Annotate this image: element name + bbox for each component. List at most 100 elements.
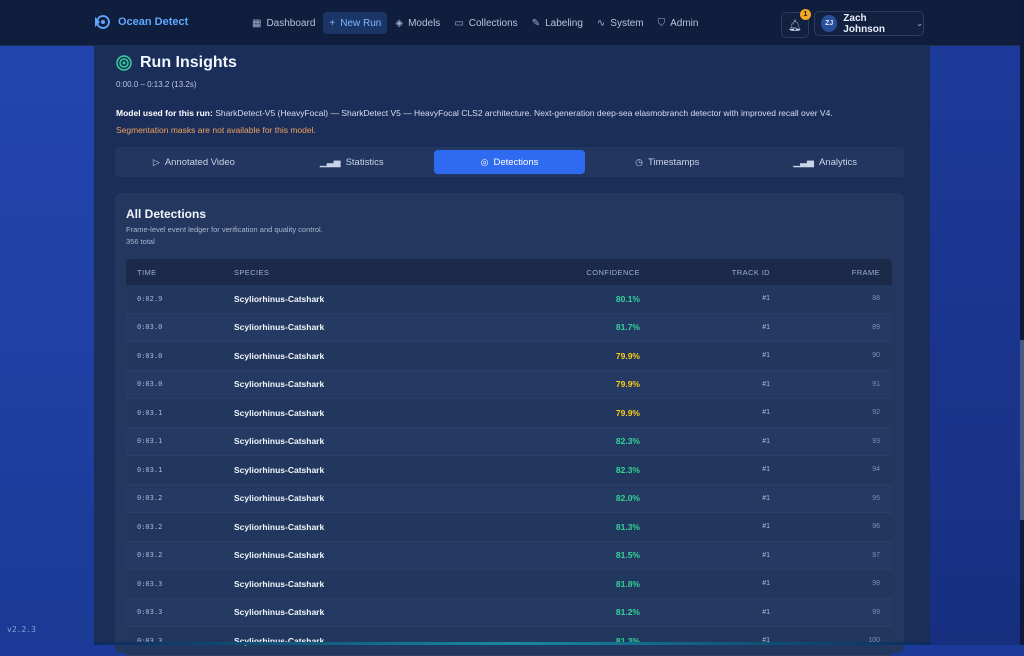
tab-annotated-video[interactable]: ▷ Annotated Video (118, 150, 270, 174)
user-name: Zach Johnson (843, 12, 885, 35)
model-info: Model used for this run: SharkDetect-V5 … (116, 108, 833, 118)
user-menu-button[interactable]: ZJ Zach Johnson ⌄ (814, 11, 924, 36)
scrollbar-thumb[interactable] (1020, 340, 1024, 520)
insights-tabs: ▷ Annotated Video ▁▃▅ Statistics ◎ Detec… (115, 147, 904, 177)
cell-confidence: 82.3% (615, 436, 640, 447)
nav-labeling[interactable]: ✎ Labeling (526, 12, 589, 34)
model-info-label: Model used for this run: (116, 108, 213, 118)
table-row[interactable]: 0:03.1 Scyliorhinus-Catshark 79.9% #1 92 (126, 399, 892, 428)
cell-time: 0:03.2 (137, 494, 163, 503)
tab-statistics[interactable]: ▁▃▅ Statistics (276, 150, 428, 174)
nav-dashboard-label: Dashboard (266, 17, 316, 29)
shield-icon: ⛉ (657, 17, 666, 29)
table-row[interactable]: 0:03.2 Scyliorhinus-Catshark 81.5% #1 97 (126, 541, 892, 570)
cell-confidence: 81.5% (615, 550, 640, 561)
nav-collections[interactable]: ▭ Collections (448, 12, 523, 34)
column-header-track-id[interactable]: Track ID (640, 268, 770, 277)
play-icon: ▷ (152, 156, 160, 167)
nav-dashboard[interactable]: ▦ Dashboard (246, 12, 321, 34)
table-row[interactable]: 0:03.0 Scyliorhinus-Catshark 79.9% #1 91 (126, 370, 892, 399)
cell-confidence: 81.3% (615, 521, 640, 532)
cell-species: Scyliorhinus-Catshark (234, 436, 325, 447)
cell-frame: 92 (872, 409, 880, 417)
nav-admin[interactable]: ⛉ Admin (652, 12, 705, 34)
cell-time: 0:02.9 (137, 294, 163, 303)
cell-frame: 88 (872, 295, 880, 303)
cell-species: Scyliorhinus-Catshark (234, 464, 325, 475)
bell-icon: 🔔︎ (788, 19, 802, 32)
cell-track-id: #1 (762, 352, 770, 360)
plus-icon: + (329, 17, 336, 29)
nav-admin-label: Admin (670, 17, 699, 29)
tab-detections[interactable]: ◎ Detections (433, 150, 586, 174)
cell-confidence: 79.9% (615, 350, 640, 361)
cell-time: 0:03.0 (137, 351, 163, 360)
cell-track-id: #1 (762, 380, 770, 388)
folder-icon: ▭ (454, 17, 464, 29)
nav-models[interactable]: ◈ Models (389, 12, 446, 34)
model-info-text: SharkDetect-V5 (HeavyFocal) — SharkDetec… (215, 108, 833, 118)
cell-time: 0:03.1 (137, 465, 163, 474)
cell-time: 0:03.3 (137, 579, 163, 588)
cell-frame: 90 (872, 352, 880, 360)
cell-confidence: 81.8% (615, 578, 640, 589)
tab-timestamps[interactable]: ◷ Timestamps (591, 150, 743, 174)
cell-frame: 93 (872, 437, 880, 445)
cell-track-id: #1 (762, 437, 770, 445)
target-icon (116, 55, 132, 71)
column-header-frame[interactable]: Frame (770, 268, 890, 277)
page-background-left (0, 0, 94, 645)
cell-species: Scyliorhinus-Catshark (234, 493, 325, 504)
cell-confidence: 79.9% (615, 407, 640, 418)
cell-track-id: #1 (762, 295, 770, 303)
table-row[interactable]: 0:03.1 Scyliorhinus-Catshark 82.3% #1 94 (126, 456, 892, 485)
top-navbar: Ocean Detect ▦ Dashboard + New Run ◈ Mod… (0, 0, 1024, 46)
cell-time: 0:03.3 (137, 608, 163, 617)
table-header: Time Species Confidence Track ID Frame (126, 259, 892, 285)
notifications-button[interactable]: 🔔︎ 1 (781, 9, 811, 38)
table-row[interactable]: 0:03.3 Scyliorhinus-Catshark 81.8% #1 98 (126, 570, 892, 599)
detections-table: Time Species Confidence Track ID Frame 0… (126, 259, 892, 656)
table-row[interactable]: 0:03.1 Scyliorhinus-Catshark 82.3% #1 93 (126, 427, 892, 456)
tab-analytics[interactable]: ▁▃▅ Analytics (749, 150, 901, 174)
detections-title: All Detections (126, 207, 207, 221)
detections-count: 356 total (126, 237, 155, 246)
cell-time: 0:03.0 (137, 380, 163, 389)
nav-links: ▦ Dashboard + New Run ◈ Models ▭ Collect… (246, 12, 704, 34)
cell-track-id: #1 (762, 494, 770, 502)
cell-confidence: 82.0% (615, 493, 640, 504)
notification-count-badge: 1 (800, 9, 811, 20)
page-title: Run Insights (140, 54, 237, 71)
table-row[interactable]: 0:03.0 Scyliorhinus-Catshark 81.7% #1 89 (126, 313, 892, 342)
cell-track-id: #1 (762, 608, 770, 616)
cell-frame: 89 (872, 323, 880, 331)
table-row[interactable]: 0:03.2 Scyliorhinus-Catshark 81.3% #1 96 (126, 513, 892, 542)
cell-track-id: #1 (762, 523, 770, 531)
nav-system[interactable]: ∿ System (591, 12, 650, 34)
column-header-time[interactable]: Time (126, 268, 234, 277)
activity-icon: ∿ (596, 17, 606, 29)
cell-species: Scyliorhinus-Catshark (234, 578, 325, 589)
brand[interactable]: Ocean Detect (94, 14, 188, 30)
nav-new-run[interactable]: + New Run (323, 12, 388, 34)
cell-confidence: 82.3% (615, 464, 640, 475)
page-scrollbar[interactable] (1020, 0, 1024, 645)
table-row[interactable]: 0:02.9 Scyliorhinus-Catshark 80.1% #1 88 (126, 285, 892, 314)
cell-species: Scyliorhinus-Catshark (234, 322, 325, 333)
clock-icon: ◷ (635, 156, 644, 167)
cell-confidence: 79.9% (615, 379, 640, 390)
table-row[interactable]: 0:03.0 Scyliorhinus-Catshark 79.9% #1 90 (126, 342, 892, 371)
nav-system-label: System (610, 17, 644, 29)
detect-icon: ◎ (480, 156, 489, 167)
page-header: Run Insights (116, 54, 237, 72)
cell-time: 0:03.0 (137, 323, 163, 332)
column-header-confidence[interactable]: Confidence (474, 268, 640, 277)
table-row[interactable]: 0:03.2 Scyliorhinus-Catshark 82.0% #1 95 (126, 484, 892, 513)
cell-time: 0:03.2 (137, 551, 163, 560)
chevron-down-icon: ⌄ (916, 19, 923, 28)
cell-track-id: #1 (762, 551, 770, 559)
table-row[interactable]: 0:03.3 Scyliorhinus-Catshark 81.2% #1 99 (126, 598, 892, 627)
column-header-species[interactable]: Species (234, 268, 474, 277)
nav-labeling-label: Labeling (545, 17, 583, 29)
brand-name: Ocean Detect (118, 16, 189, 28)
